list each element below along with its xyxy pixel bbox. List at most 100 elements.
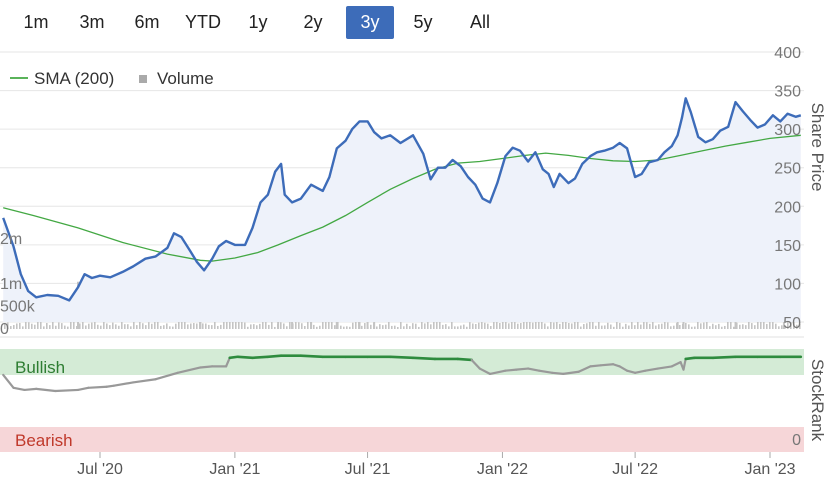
volume-bar-minor [52,321,54,329]
volume-bar-minor [325,321,327,329]
volume-bar-minor [559,323,561,329]
volume-bar-minor [349,326,351,329]
volume-bar-minor [49,325,51,329]
volume-bar-minor [400,322,402,329]
volume-bar-minor [499,323,501,329]
volume-bar-minor [571,323,573,329]
volume-bar-minor [466,326,468,329]
volume-tick-1m: 1m [0,276,22,293]
volume-bar-minor [631,321,633,329]
legend-volume-label: Volume [157,69,214,88]
volume-bar-minor [67,326,69,329]
volume-bar-minor [469,322,471,329]
volume-bar-minor [61,323,63,329]
volume-bar-minor [175,323,177,329]
volume-bar-minor [10,326,12,329]
volume-bar-minor [691,326,693,329]
volume-bar-minor [94,321,96,329]
volume-bar-minor [223,320,225,329]
volume-bar-minor [640,324,642,329]
volume-bar-minor [505,321,507,329]
volume-bar-minor [244,322,246,329]
volume-bar-minor [415,323,417,329]
stockrank-segment-5 [54,388,80,393]
volume-bar-minor [685,322,687,329]
volume-bar-minor [28,322,30,329]
volume-bar-minor [553,322,555,329]
volume-bar-minor [715,325,717,329]
volume-bar-minor [463,324,465,329]
volume-bar-minor [532,322,534,329]
volume-bar-minor [622,326,624,329]
volume-bar-minor [313,324,315,329]
volume-bar-minor [436,321,438,329]
stockrank-segment-26 [411,356,437,361]
volume-bar-minor [304,325,306,329]
stockrank-segment-25 [388,355,415,360]
volume-bar-minor [253,324,255,329]
volume-bar-minor [592,321,594,329]
volume-bar-minor [778,326,780,329]
volume-bar-minor [169,326,171,329]
volume-bar-minor [118,325,120,329]
stockrank-segment-8 [105,384,116,388]
volume-bar-minor [100,325,102,329]
volume-bar-minor [142,323,144,329]
volume-bar-minor [34,324,36,329]
volume-bar-minor [220,324,222,329]
volume-bar-minor [316,326,318,329]
volume-bar-minor [265,321,267,329]
volume-bar-minor [178,321,180,329]
bearish-label: Bearish [15,431,73,450]
volume-bar-minor [166,323,168,329]
price-tick-400: 400 [774,45,801,62]
volume-bar-minor [394,325,396,329]
stockrank-segment-19 [266,354,283,359]
volume-bar-minor [91,322,93,329]
stockrank-segment-39 [589,364,602,368]
volume-bar-minor [97,324,99,329]
volume-bar-minor [733,326,735,329]
volume-bar-minor [283,323,285,329]
volume-bar-minor [157,321,159,329]
volume-bar-minor [604,325,606,329]
volume-bar-minor [625,323,627,329]
stockrank-segment-2 [12,386,26,392]
volume-bar-minor [196,323,198,329]
volume-bar-minor [241,321,243,329]
price-chart: 50 100 150 200 250 300 350 400 0 500k 1m 2m Share Pr… [0,45,827,478]
stockrank-segment-33 [515,367,530,371]
volume-bar-minor [124,324,126,329]
volume-bar-minor [385,324,387,329]
volume-bar-minor [151,323,153,329]
volume-bar-minor [379,324,381,329]
volume-bar-minor [748,321,750,329]
volume-bar-minor [673,325,675,329]
volume-bar-minor [544,323,546,329]
volume-bar-minor [391,325,393,329]
volume-bar-minor [586,323,588,329]
stockrank-tick-0: 0 [792,432,801,449]
volume-bar-minor [319,325,321,329]
volume-bar-minor [55,325,57,329]
volume-bar-minor [583,324,585,329]
stockrank-segment-40 [599,363,615,367]
legend-volume-swatch [139,75,147,83]
volume-bar-minor [409,326,411,329]
volume-tick-2m: 2m [0,231,22,248]
volume-bar-minor [523,321,525,329]
volume-tick-0: 0 [0,321,9,338]
volume-tick-500k: 500k [0,299,36,316]
volume-bar-minor [646,322,648,329]
volume-bar-minor [601,325,603,329]
volume-bar-minor [280,322,282,329]
volume-bar-minor [637,321,639,329]
bearish-band [0,427,804,452]
volume-bar-minor [490,326,492,329]
volume-bar-minor [448,326,450,329]
volume-bar-minor [172,326,174,329]
volume-bar-minor [247,326,249,329]
volume-bar-minor [595,325,597,329]
volume-bar-minor [757,321,759,329]
stockrank-segment-50 [684,356,696,361]
